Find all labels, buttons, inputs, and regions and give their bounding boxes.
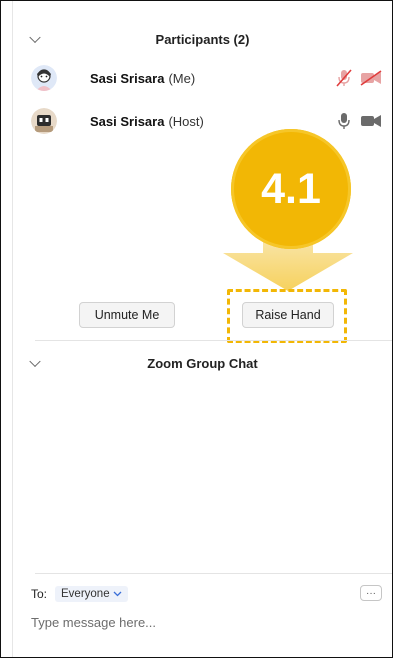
zoom-side-panel: Participants (2) Sasi Srisara (Me) Sasi …: [0, 0, 393, 658]
step-badge: 4.1: [231, 129, 351, 249]
raise-hand-button[interactable]: Raise Hand: [242, 302, 334, 328]
participant-row[interactable]: Sasi Srisara (Host): [31, 108, 382, 134]
panel-content: Participants (2) Sasi Srisara (Me) Sasi …: [13, 1, 392, 657]
chat-header[interactable]: Zoom Group Chat: [13, 346, 392, 380]
chat-recipient-row: To: Everyone: [31, 586, 128, 602]
mic-muted-icon[interactable]: [336, 69, 352, 90]
divider: [35, 340, 392, 341]
more-options-button[interactable]: ···: [360, 585, 382, 601]
video-off-icon[interactable]: [360, 70, 382, 89]
chat-message-input[interactable]: Type message here...: [31, 615, 156, 630]
divider: [35, 573, 392, 574]
participant-tag: (Host): [168, 113, 204, 129]
avatar: [31, 108, 57, 134]
participant-name: Sasi Srisara: [90, 70, 165, 86]
participants-header[interactable]: Participants (2): [13, 22, 392, 56]
chat-title: Zoom Group Chat: [147, 355, 258, 371]
recipient-value: Everyone: [61, 588, 110, 600]
panel-left-edge: [1, 1, 13, 657]
to-label: To:: [31, 587, 48, 601]
chevron-down-icon[interactable]: [29, 31, 41, 44]
participants-title: Participants (2): [155, 31, 250, 47]
recipient-dropdown[interactable]: Everyone: [55, 586, 128, 602]
participant-tag: (Me): [168, 70, 196, 86]
mic-icon[interactable]: [336, 112, 352, 133]
chevron-down-icon[interactable]: [29, 355, 41, 368]
video-camera-icon[interactable]: [360, 113, 382, 132]
participant-name: Sasi Srisara: [90, 113, 165, 129]
unmute-me-button[interactable]: Unmute Me: [79, 302, 175, 328]
chevron-down-icon: [113, 588, 122, 600]
avatar: [31, 65, 57, 91]
participant-controls: [336, 69, 382, 90]
participant-row[interactable]: Sasi Srisara (Me): [31, 65, 382, 91]
participant-controls: [336, 112, 382, 133]
